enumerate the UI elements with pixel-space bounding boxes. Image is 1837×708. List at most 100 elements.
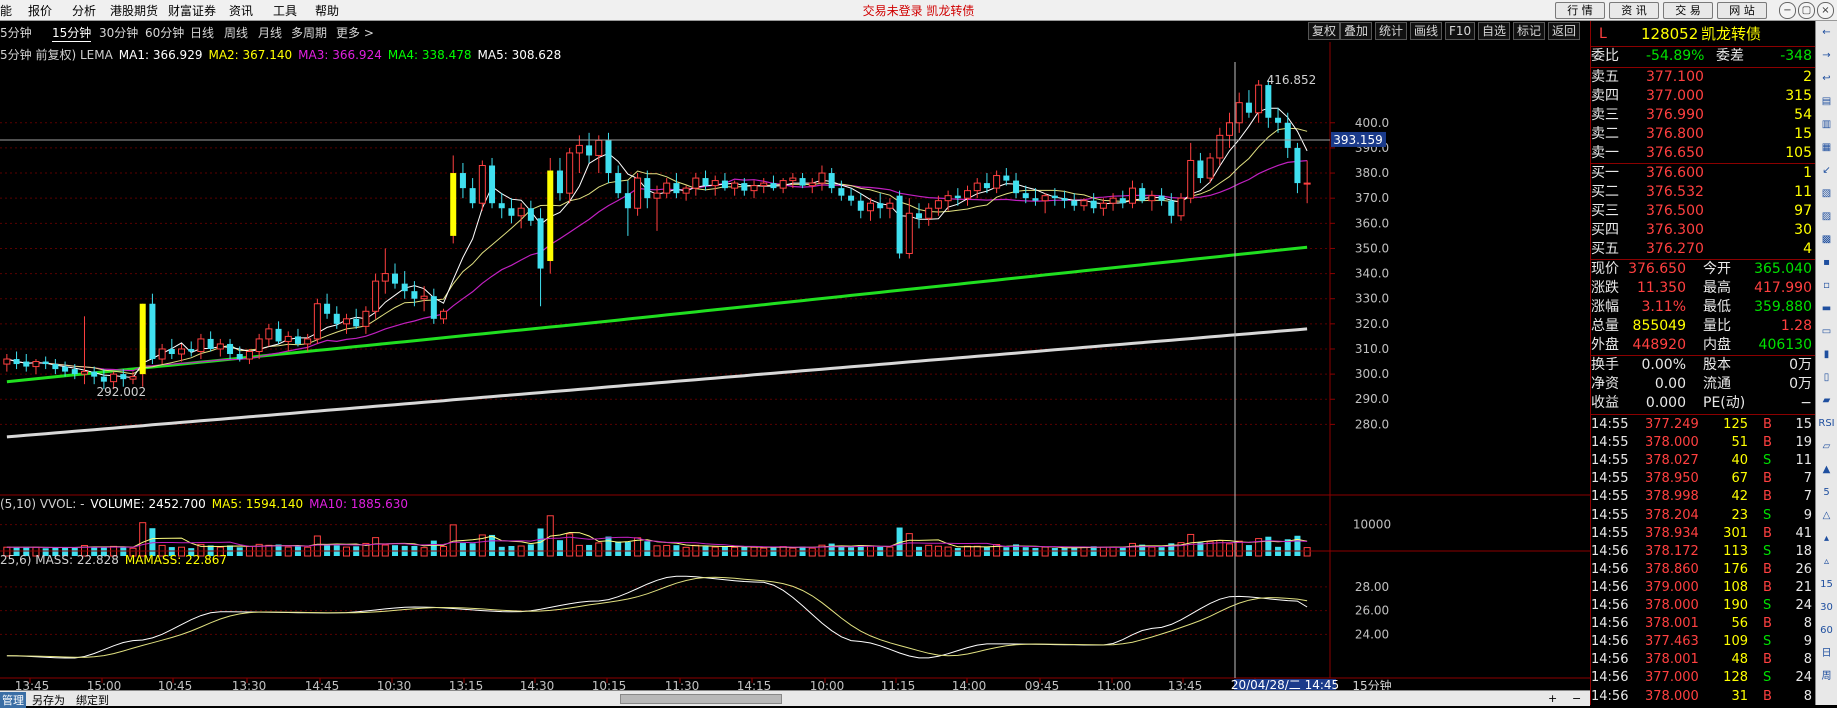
sidebar-tool-icon[interactable]: 60 (1818, 623, 1835, 639)
mass-line (6, 575, 1308, 659)
candle-body (168, 348, 175, 355)
menu-item-caifu[interactable]: 财富证券 (168, 2, 216, 19)
tab-back[interactable]: 返回 (1548, 22, 1581, 40)
menu-item-0[interactable]: 能 (0, 2, 12, 19)
sidebar-tool-icon[interactable]: ↙ (1818, 163, 1835, 179)
sidebar-tool-icon[interactable]: ▵ (1818, 554, 1835, 570)
candle-body (275, 328, 282, 342)
sidebar-tool-icon[interactable]: 周 (1818, 669, 1835, 685)
sidebar-tool-icon[interactable]: ▤ (1818, 94, 1835, 110)
menu-item-hk-futures[interactable]: 港股期货 (110, 2, 158, 19)
sidebar-tool-icon[interactable]: ▧ (1818, 186, 1835, 202)
tab-60min[interactable]: 60分钟 (145, 24, 184, 41)
time-tick-label: 13:30 (232, 679, 267, 690)
sidebar-tool-icon[interactable]: ▮ (1818, 347, 1835, 363)
sidebar-tool-icon[interactable]: ▫ (1818, 278, 1835, 294)
manage-tab[interactable]: 管理 (0, 692, 26, 708)
sidebar-tool-icon[interactable]: ▭ (1818, 324, 1835, 340)
sidebar-tool-icon[interactable]: ▰ (1818, 393, 1835, 409)
horizontal-scrollbar[interactable] (620, 694, 782, 704)
stat-row: 净资 0.00 流通 0万 (1591, 375, 1816, 394)
sidebar-tool-icon[interactable]: 15 (1818, 577, 1835, 593)
tick-volume: 301 (1723, 525, 1748, 541)
sidebar-tool-icon[interactable]: ▨ (1818, 209, 1835, 225)
menu-item-news[interactable]: 资讯 (229, 2, 253, 19)
candle-body (692, 177, 700, 189)
sidebar-tool-icon[interactable]: ← (1818, 25, 1835, 41)
tab-monthly[interactable]: 月线 (258, 24, 282, 41)
tab-5min[interactable]: 5分钟 (0, 24, 32, 41)
tab-watchlist[interactable]: 自选 (1478, 22, 1511, 40)
sidebar-tool-icon[interactable]: ▪ (1818, 255, 1835, 271)
sell-level-row: 卖二 376.800 15 (1591, 125, 1816, 144)
sidebar-tool-icon[interactable]: △ (1818, 508, 1835, 524)
website-button[interactable]: 网 站 (1717, 2, 1767, 19)
sidebar-tool-icon[interactable]: ▱ (1818, 439, 1835, 455)
tab-draw[interactable]: 画线 (1410, 22, 1443, 40)
tab-mark[interactable]: 标记 (1513, 22, 1546, 40)
candle-body (362, 310, 370, 327)
menu-item-help[interactable]: 帮助 (315, 2, 339, 19)
sidebar-tool-icon[interactable]: ▯ (1818, 370, 1835, 386)
candle-body (760, 182, 768, 187)
buy-level-volume: 30 (1794, 222, 1812, 238)
tab-f10[interactable]: F10 (1445, 22, 1476, 40)
weibi-label: 委比 (1591, 48, 1619, 64)
menu-item-analysis[interactable]: 分析 (72, 2, 96, 19)
buy-level-volume: 97 (1794, 203, 1812, 219)
tab-multi-period[interactable]: 多周期 (291, 24, 327, 41)
sidebar-tool-icon[interactable]: ▲ (1818, 462, 1835, 478)
tab-15min[interactable]: 15分钟 (52, 24, 92, 42)
sidebar-tool-icon[interactable]: ▩ (1818, 232, 1835, 248)
candle-body (1303, 182, 1311, 185)
menu-item-quote[interactable]: 报价 (28, 2, 52, 19)
volume-legend-item: MA10: 1885.630 (309, 497, 409, 511)
menu-item-tools[interactable]: 工具 (273, 2, 297, 19)
sidebar-tool-icon[interactable]: ▦ (1818, 140, 1835, 156)
sidebar-tool-icon[interactable]: 30 (1818, 600, 1835, 616)
minimize-icon[interactable]: − (1779, 2, 1796, 19)
tick-price: 379.000 (1645, 579, 1699, 595)
kline-chart-area[interactable]: 280.0 290.0 300.0 310.0 320.0 330.0 340.0 350.0… (0, 42, 1590, 690)
volume-bar (848, 547, 855, 556)
save-as-tab[interactable]: 另存为 (32, 692, 65, 708)
tick-row: 14:56 378.000 190 S 24 (1591, 597, 1816, 615)
stat-label: 最低 (1703, 299, 1731, 315)
sidebar-tool-icon[interactable]: 5 (1818, 485, 1835, 501)
tab-more[interactable]: 更多 > (336, 24, 374, 41)
tab-statistics[interactable]: 统计 (1375, 22, 1408, 40)
sidebar-tool-icon[interactable]: 日 (1818, 646, 1835, 662)
sidebar-tool-icon[interactable]: ↩ (1818, 71, 1835, 87)
sidebar-tool-icon[interactable]: ▬ (1818, 301, 1835, 317)
candle-body (255, 338, 263, 352)
close-icon[interactable]: × (1817, 2, 1834, 19)
candle-body (139, 303, 146, 375)
tab-30min[interactable]: 30分钟 (99, 24, 138, 41)
tick-volume: 48 (1731, 652, 1748, 668)
candle-body (905, 212, 913, 254)
tick-volume: 108 (1723, 579, 1748, 595)
sidebar-tool-icon[interactable]: → (1818, 48, 1835, 64)
tab-daily[interactable]: 日线 (190, 24, 214, 41)
stat-value: 3.11% (1641, 299, 1686, 315)
stat-value: 1.28 (1780, 318, 1812, 334)
tick-time: 14:56 (1591, 652, 1629, 668)
zoom-in-button[interactable]: + (1548, 692, 1557, 705)
sell-level-label: 卖二 (1591, 126, 1619, 142)
quote-mode-button[interactable]: 行 情 (1555, 2, 1605, 19)
candle-body (197, 338, 205, 352)
tick-time: 14:56 (1591, 616, 1629, 632)
news-mode-button[interactable]: 资 讯 (1609, 2, 1659, 19)
tab-adjust[interactable]: 复权 (1308, 22, 1341, 40)
maximize-icon[interactable]: ▢ (1798, 2, 1815, 19)
sidebar-tool-icon[interactable]: RSI (1818, 416, 1835, 432)
candle-body (915, 213, 923, 219)
sidebar-tool-icon[interactable]: ▥ (1818, 117, 1835, 133)
bind-to-tab[interactable]: 绑定到 (76, 692, 109, 708)
chart-svg[interactable]: 280.0 290.0 300.0 310.0 320.0 330.0 340.0 350.0… (0, 42, 1590, 690)
sidebar-tool-icon[interactable]: ▴ (1818, 531, 1835, 547)
zoom-out-button[interactable]: − (1572, 692, 1581, 705)
trade-mode-button[interactable]: 交 易 (1663, 2, 1713, 19)
tab-weekly[interactable]: 周线 (224, 24, 248, 41)
tab-overlay[interactable]: 叠加 (1340, 22, 1373, 40)
